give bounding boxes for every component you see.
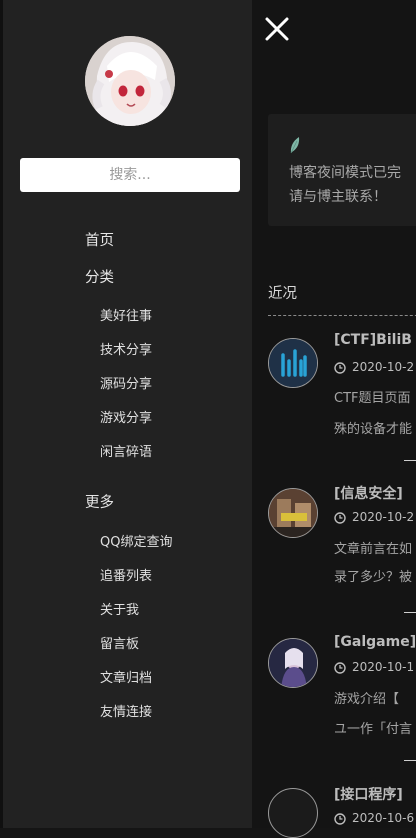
search-input[interactable] [20,158,240,192]
post-title[interactable]: [接口程序] [334,784,403,804]
post-excerpt: 游戏介绍【 [334,692,400,707]
notice-text: 请与博主联系！ [289,189,387,205]
post-thumbnail[interactable] [268,488,318,538]
nav-category-item[interactable]: 源码分享 [100,373,152,392]
post-date: 2020-10-2 [352,360,415,374]
nav-more[interactable]: 更多 [85,491,114,512]
post-thumbnail[interactable] [268,338,318,388]
clock-icon [334,813,346,825]
nav-more-item[interactable]: 文章归档 [100,667,152,686]
post-date: 2020-10-1 [352,660,415,674]
nav-category-item[interactable]: 技术分享 [100,339,152,358]
close-icon[interactable] [264,16,290,42]
nav-category-item[interactable]: 游戏分享 [100,407,152,426]
clock-icon [334,362,346,374]
post-divider [404,460,416,461]
post-thumbnail-image [269,339,317,387]
clock-icon [334,512,346,524]
nav-categories[interactable]: 分类 [85,266,114,287]
nav-more-item[interactable]: 关于我 [100,599,139,618]
sidebar-drawer: 首页 分类 美好往事 技术分享 源码分享 游戏分享 闲言碎语 更多 QQ绑定查询… [0,0,252,828]
post-excerpt: ユ一作「付言 [334,722,413,737]
post-date: 2020-10-6 [352,811,415,825]
post-thumbnail[interactable] [268,788,318,838]
nav-more-item[interactable]: 留言板 [100,633,139,652]
clock-icon [334,662,346,674]
nav-category-item[interactable]: 闲言碎语 [100,441,152,460]
post-excerpt: 殊的设备才能 [334,422,413,437]
post-title[interactable]: [信息安全] [334,483,403,503]
divider [268,315,416,316]
post-excerpt: 录了多少？被 [334,570,413,585]
avatar-image [85,36,175,126]
post-thumbnail[interactable] [268,638,318,688]
nav-more-item[interactable]: QQ绑定查询 [100,531,172,550]
post-excerpt: CTF题目页面 [334,391,411,406]
nav-more-item[interactable]: 友情连接 [100,701,152,720]
post-thumbnail-image [269,489,317,537]
post-title[interactable]: [Galgame] [334,634,416,650]
nav-category-item[interactable]: 美好往事 [100,305,152,324]
post-thumbnail-image [269,639,317,687]
avatar[interactable] [85,36,175,126]
post-divider [404,612,416,613]
nav-home[interactable]: 首页 [85,229,114,250]
post-divider [404,760,416,761]
post-title[interactable]: [CTF]BiliB [334,332,412,348]
nav-more-item[interactable]: 追番列表 [100,565,152,584]
section-title-recent: 近况 [268,286,297,302]
notice-text: 博客夜间模式已完 [289,165,401,181]
post-date: 2020-10-2 [352,510,415,524]
post-excerpt: 文章前言在如 [334,542,413,557]
leaf-icon [290,137,300,154]
